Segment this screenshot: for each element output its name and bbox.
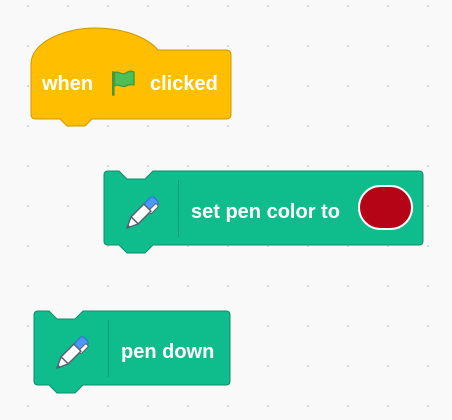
pen-color-swatch[interactable] <box>358 185 413 230</box>
set-pen-color-block[interactable]: set pen color to <box>103 170 425 262</box>
code-workspace[interactable]: when clicked set pen color to pen down <box>0 0 452 420</box>
pen-icon <box>119 192 163 236</box>
pen-down-label: pen down <box>121 341 215 363</box>
hat-when-label: when <box>42 73 94 95</box>
hat-clicked-label: clicked <box>150 73 218 95</box>
pen-down-block[interactable]: pen down <box>33 310 233 402</box>
when-flag-clicked-block[interactable]: when clicked <box>30 27 232 128</box>
block-divider <box>178 180 179 237</box>
block-divider <box>108 320 109 377</box>
green-flag-icon[interactable] <box>107 68 137 98</box>
pen-icon <box>49 332 93 376</box>
set-pen-color-label: set pen color to <box>191 201 340 223</box>
